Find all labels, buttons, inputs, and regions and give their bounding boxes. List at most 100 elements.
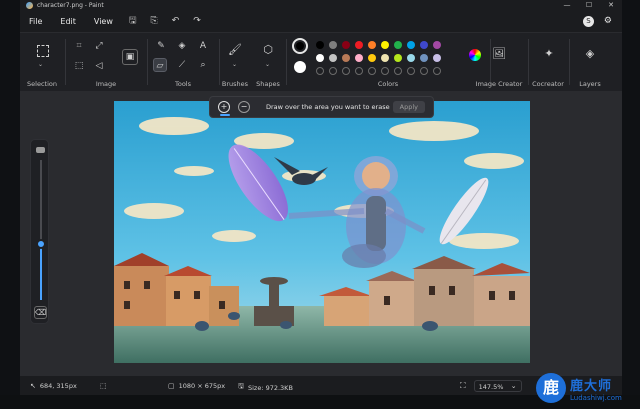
chevron-down-icon[interactable]: ⌄ (232, 61, 237, 68)
palette-swatch[interactable] (342, 54, 350, 62)
palette-swatch[interactable] (316, 54, 324, 62)
subtract-area-icon[interactable]: − (238, 101, 250, 113)
selection-group-label: Selection (27, 80, 57, 88)
image-group: ⌗ ⤢ ▣ ⬚ ◁ Image (66, 33, 146, 93)
custom-color-slot[interactable] (329, 67, 337, 75)
pencil-icon[interactable]: ✎ (154, 39, 168, 53)
menu-view[interactable]: View (85, 17, 122, 26)
palette-swatch[interactable] (420, 41, 428, 49)
title-bar: character7.png - Paint — ☐ ✕ (20, 0, 622, 10)
palette-swatch[interactable] (394, 54, 402, 62)
palette-swatch[interactable] (355, 41, 363, 49)
remove-background-icon[interactable]: ▣ (122, 49, 138, 65)
palette-swatch[interactable] (368, 41, 376, 49)
custom-color-slot[interactable] (433, 67, 441, 75)
palette-swatch[interactable] (420, 54, 428, 62)
palette-swatch[interactable] (433, 41, 441, 49)
image-creator-icon[interactable]: 🖼 (492, 47, 506, 61)
brush-size-thumb[interactable] (36, 239, 46, 249)
colors-group-label: Colors (377, 80, 399, 88)
select-rectangle-icon[interactable] (37, 45, 49, 57)
close-button[interactable]: ✕ (600, 1, 622, 9)
shapes-icon[interactable]: ⬡ (261, 43, 275, 57)
menu-bar: File Edit View 🖫 ⎘ ↶ ↷ S ⚙ (20, 10, 622, 32)
tools-group: ✎ ◈ A ▱ ⟋ ⌕ Tools (148, 33, 218, 93)
redo-icon[interactable]: ↷ (186, 16, 208, 26)
palette-swatch[interactable] (329, 54, 337, 62)
erase-instruction: Draw over the area you want to erase (266, 103, 390, 111)
flip-icon[interactable]: ◁ (92, 59, 106, 73)
cursor-icon: ↖ (30, 382, 36, 390)
shapes-group-label: Shapes (256, 80, 280, 88)
cocreator-icon[interactable]: ✦ (542, 47, 556, 61)
zoom-dropdown[interactable]: 147.5% ⌄ (473, 380, 522, 392)
fit-to-window-icon[interactable]: ⛶ (460, 381, 466, 391)
palette-swatch[interactable] (316, 41, 324, 49)
custom-color-slot[interactable] (394, 67, 402, 75)
add-area-icon[interactable]: + (218, 101, 230, 113)
chevron-down-icon[interactable]: ⌄ (38, 61, 43, 68)
secondary-color-swatch[interactable] (294, 61, 306, 73)
undo-icon[interactable]: ↶ (165, 16, 187, 26)
eraser-mode-icon[interactable]: ⌫ (34, 306, 47, 319)
layers-icon[interactable]: ◈ (583, 47, 597, 61)
primary-color-swatch[interactable] (292, 38, 308, 54)
custom-color-slot[interactable] (407, 67, 415, 75)
apply-button[interactable]: Apply (392, 101, 425, 113)
watermark-logo: 鹿 (536, 373, 566, 403)
image-canvas[interactable] (114, 101, 530, 363)
palette-swatch[interactable] (381, 41, 389, 49)
save-icon: 🖫 (238, 382, 244, 390)
menu-file[interactable]: File (20, 17, 51, 26)
palette-swatch[interactable] (407, 41, 415, 49)
palette-swatch[interactable] (381, 54, 389, 62)
active-mode-indicator (220, 114, 230, 116)
chevron-down-icon[interactable]: ⌄ (265, 61, 270, 68)
custom-color-slot[interactable] (342, 67, 350, 75)
selection-group: ⌄ Selection (20, 33, 64, 93)
brushes-group: 🖌 ⌄ Brushes (220, 33, 250, 93)
rotate-icon[interactable]: ⬚ (72, 59, 86, 73)
settings-gear-icon[interactable]: ⚙ (604, 16, 612, 26)
fill-bucket-icon[interactable]: ◈ (175, 39, 189, 53)
selection-size: ⬚ (100, 382, 111, 390)
custom-color-slot[interactable] (368, 67, 376, 75)
eraser-icon[interactable]: ▱ (153, 58, 167, 72)
palette-swatch[interactable] (394, 41, 402, 49)
custom-color-slot[interactable] (381, 67, 389, 75)
brushes-group-label: Brushes (221, 80, 249, 88)
cursor-position: ↖ 684, 315px (30, 382, 77, 390)
custom-color-slot[interactable] (355, 67, 363, 75)
palette-swatch[interactable] (355, 54, 363, 62)
zoom-value: 147.5% (478, 383, 504, 391)
palette-swatch[interactable] (433, 54, 441, 62)
erase-toolbar: + − Draw over the area you want to erase… (209, 96, 434, 118)
canvas-size: ▢ 1080 × 675px (168, 382, 225, 390)
color-picker-icon[interactable]: ⟋ (175, 58, 189, 72)
magnifier-icon[interactable]: ⌕ (196, 58, 210, 72)
window-title: character7.png - Paint (37, 1, 104, 9)
save-icon[interactable]: 🖫 (122, 13, 144, 29)
menu-edit[interactable]: Edit (51, 17, 85, 26)
custom-color-slot[interactable] (420, 67, 428, 75)
share-icon[interactable]: ⎘ (144, 16, 165, 26)
canvas-size-icon: ▢ (168, 382, 175, 390)
palette-swatch[interactable] (407, 54, 415, 62)
text-tool-icon[interactable]: A (196, 39, 210, 53)
zoom-control: ⛶ 147.5% ⌄ (460, 380, 522, 392)
image-group-label: Image (95, 80, 117, 88)
resize-icon[interactable]: ⤢ (92, 39, 106, 53)
layers-group: ◈ Layers (570, 33, 610, 93)
palette-swatch[interactable] (329, 41, 337, 49)
palette-swatch[interactable] (342, 41, 350, 49)
custom-color-slot[interactable] (316, 67, 324, 75)
crop-icon[interactable]: ⌗ (72, 39, 86, 53)
image-creator-group: 🖼 Image Creator (472, 33, 526, 93)
shapes-group: ⬡ ⌄ Shapes (252, 33, 284, 93)
maximize-button[interactable]: ☐ (578, 1, 600, 9)
image-creator-label: Image Creator (475, 80, 523, 88)
brush-icon[interactable]: 🖌 (228, 43, 242, 57)
account-avatar[interactable]: S (582, 15, 594, 27)
minimize-button[interactable]: — (556, 1, 578, 9)
palette-swatch[interactable] (368, 54, 376, 62)
